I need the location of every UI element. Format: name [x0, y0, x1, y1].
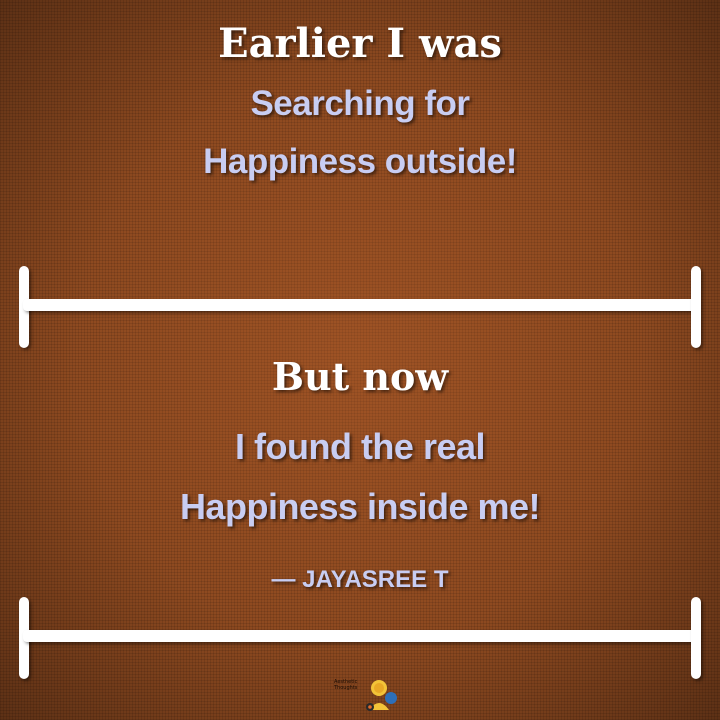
divider-right-cap [691, 597, 701, 679]
top-heading: Earlier I was [218, 20, 502, 67]
top-subtext-line-2: Happiness outside! [203, 142, 517, 181]
meditating-figure-icon [366, 680, 397, 711]
bottom-heading: But now [271, 354, 449, 399]
divider-right-cap [691, 266, 701, 348]
logo-text-line-2: Thoughts [334, 685, 358, 691]
divider-top [19, 266, 701, 348]
top-subtext-line-1: Searching for [250, 84, 470, 123]
divider-bar [23, 630, 697, 642]
logo-text: Aesthetic Thoughts [334, 679, 364, 691]
author-credit: — JAYASREE T [271, 566, 449, 593]
divider-bottom [19, 597, 701, 679]
bottom-subtext-line-1: I found the real [234, 426, 486, 467]
bottom-subtext-line-2: Happiness inside me! [179, 486, 541, 527]
divider-bar [23, 299, 697, 311]
brand-logo: Aesthetic Thoughts [334, 672, 400, 718]
